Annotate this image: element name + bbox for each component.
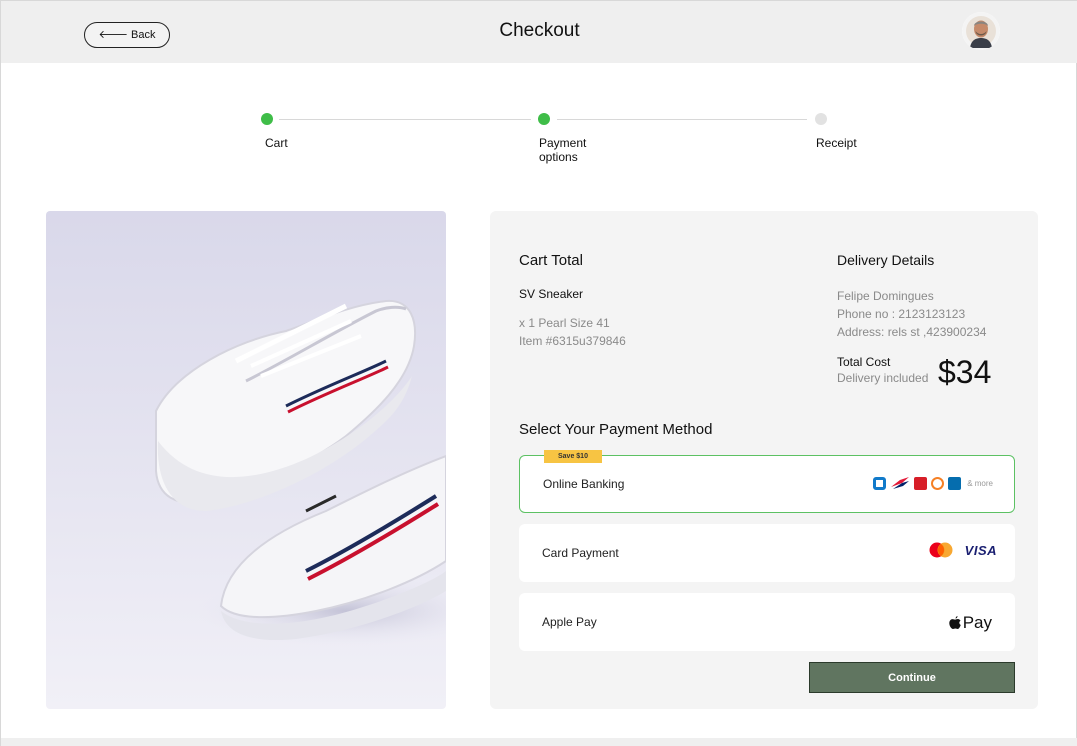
payment-option-apple-pay[interactable]: Apple Pay Pay — [519, 593, 1015, 651]
delivery-phone: Phone no : 2123123123 — [837, 307, 966, 321]
page-title: Checkout — [499, 20, 580, 41]
wells-fargo-icon — [914, 477, 928, 490]
payment-option-card[interactable]: Card Payment VISA — [519, 524, 1015, 582]
delivery-name: Felipe Domingues — [837, 289, 934, 303]
product-image — [46, 211, 446, 709]
header-bar: 🡐 Back Checkout — [1, 1, 1077, 63]
user-avatar[interactable] — [962, 12, 1000, 50]
apple-pay-text: Pay — [962, 613, 992, 632]
payment-option-label: Online Banking — [543, 477, 625, 491]
checkout-panel: Cart Total SV Sneaker x 1 Pearl Size 41 … — [490, 211, 1038, 709]
avatar-image — [962, 12, 1000, 50]
step-payment-dot — [538, 113, 550, 125]
step-payment-label: Payment options — [539, 136, 587, 164]
delivery-included-note: Delivery included — [837, 371, 929, 385]
citi-icon — [948, 477, 962, 490]
bank-icon — [931, 477, 945, 490]
payment-option-label: Card Payment — [542, 546, 619, 560]
bank-logos: & more — [873, 477, 993, 490]
visa-icon: VISA — [964, 542, 997, 558]
delivery-address: Address: rels st ,423900234 — [837, 325, 987, 339]
step-receipt-label: Receipt — [816, 136, 857, 150]
payment-option-online-banking[interactable]: Save $10 Online Banking & more — [519, 450, 1015, 513]
save-badge: Save $10 — [544, 450, 602, 463]
step-cart-dot — [261, 113, 273, 125]
step-connector — [557, 119, 807, 120]
delivery-details-title: Delivery Details — [837, 252, 935, 268]
mastercard-icon — [929, 542, 953, 558]
total-amount: $34 — [938, 354, 992, 390]
step-connector — [279, 119, 531, 120]
item-name: SV Sneaker — [519, 287, 584, 301]
apple-logo-icon — [949, 616, 961, 629]
chase-icon — [873, 477, 887, 490]
card-logos: VISA — [929, 542, 997, 558]
apple-pay-icon: Pay — [949, 613, 992, 633]
bottom-bar — [1, 738, 1077, 746]
payment-method-title: Select Your Payment Method — [519, 421, 713, 438]
continue-button[interactable]: Continue — [809, 662, 1015, 693]
bank-of-america-icon — [891, 477, 910, 489]
item-sku: Item #6315u379846 — [519, 334, 626, 348]
checkout-stepper: Cart Payment options Receipt — [1, 111, 1077, 171]
total-cost-label: Total Cost — [837, 355, 891, 369]
step-cart-label: Cart — [265, 136, 288, 150]
payment-option-label: Apple Pay — [542, 615, 597, 629]
sneaker-illustration — [155, 299, 446, 646]
item-variant: x 1 Pearl Size 41 — [519, 316, 610, 330]
cart-total-title: Cart Total — [519, 252, 583, 269]
more-banks-text: & more — [967, 479, 993, 488]
step-receipt-dot — [815, 113, 827, 125]
